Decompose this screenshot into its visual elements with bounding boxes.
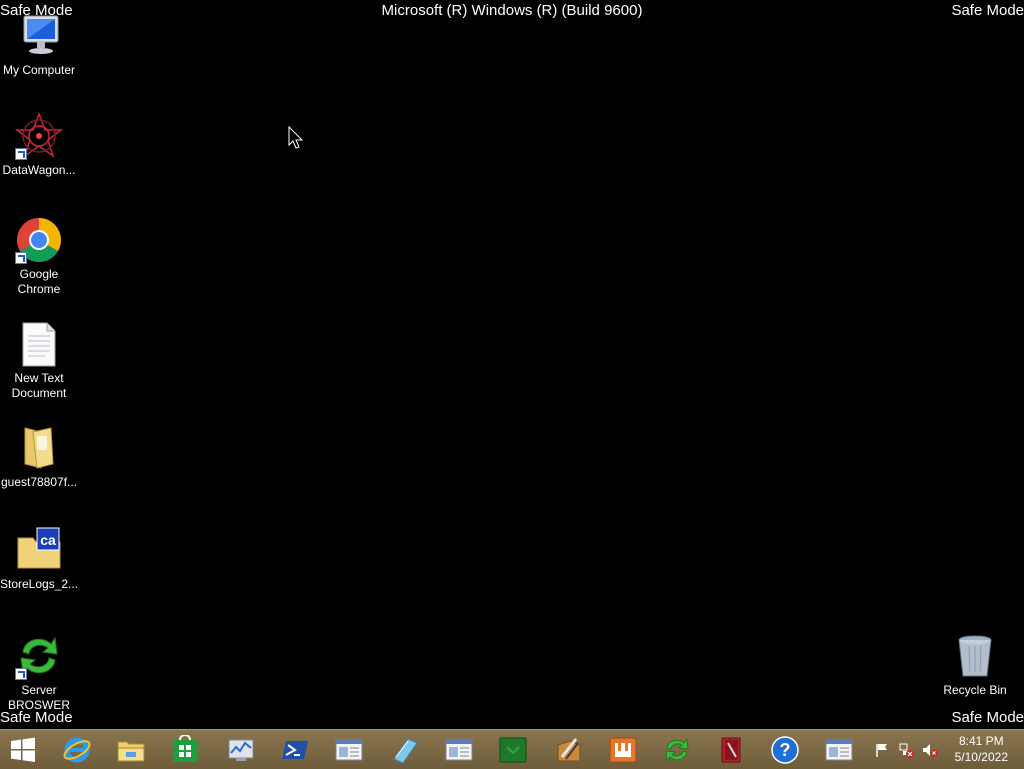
window-app-icon bbox=[825, 739, 853, 761]
help-icon: ? bbox=[771, 736, 799, 764]
volume-muted-icon[interactable] bbox=[922, 742, 938, 758]
orange-app-icon bbox=[609, 737, 637, 763]
build-version-label: Microsoft (R) Windows (R) (Build 9600) bbox=[381, 2, 643, 19]
store-icon bbox=[173, 735, 197, 762]
taskbar-window-app-3[interactable] bbox=[822, 733, 856, 767]
flag-icon[interactable] bbox=[874, 742, 890, 758]
recycle-bin-icon bbox=[951, 632, 999, 680]
shortcut-arrow-icon bbox=[15, 668, 27, 680]
window-app-icon bbox=[335, 739, 363, 761]
desktop-icon-my-computer[interactable]: My Computer bbox=[0, 12, 78, 78]
sync-arrows-icon bbox=[15, 632, 63, 680]
desktop-icon-label: Google Chrome bbox=[17, 267, 61, 296]
svg-text:ca: ca bbox=[40, 532, 56, 548]
desktop-icon-datawagon[interactable]: DataWagon... bbox=[0, 111, 78, 178]
taskbar-help[interactable]: ? bbox=[768, 733, 802, 767]
taskbar-notepad[interactable] bbox=[388, 733, 422, 767]
taskbar-file-explorer[interactable] bbox=[114, 733, 148, 767]
taskbar-window-app-2[interactable] bbox=[442, 733, 476, 767]
desktop-icon-label: StoreLogs_2... bbox=[0, 577, 79, 591]
mouse-cursor-icon bbox=[288, 126, 304, 149]
desktop-icon-recycle-bin[interactable]: Recycle Bin bbox=[936, 632, 1014, 698]
desktop-icon-label: guest78807f... bbox=[0, 475, 78, 489]
svg-text:?: ? bbox=[780, 740, 791, 760]
taskbar-store[interactable] bbox=[168, 733, 202, 767]
chrome-icon bbox=[15, 216, 63, 264]
tools-icon bbox=[557, 738, 581, 762]
taskbar: ? 8:41 PM 5/10/2022 bbox=[0, 729, 1024, 769]
powershell-icon bbox=[282, 741, 308, 759]
network-error-icon[interactable] bbox=[898, 742, 914, 758]
taskbar-sync-app[interactable] bbox=[660, 733, 694, 767]
file-explorer-icon bbox=[117, 741, 145, 762]
taskbar-green-app[interactable] bbox=[496, 733, 530, 767]
folder-icon bbox=[15, 424, 63, 472]
taskbar-internet-explorer[interactable] bbox=[60, 733, 94, 767]
clock-date: 5/10/2022 bbox=[954, 750, 1008, 764]
desktop-icon-storelogs[interactable]: ca StoreLogs_2... bbox=[0, 526, 78, 592]
taskbar-window-app-1[interactable] bbox=[332, 733, 366, 767]
desktop-icon-label: New Text Document bbox=[11, 371, 67, 400]
taskbar-orange-app[interactable] bbox=[606, 733, 640, 767]
taskbar-performance-monitor[interactable] bbox=[224, 733, 258, 767]
shortcut-arrow-icon bbox=[15, 148, 27, 160]
desktop-icon-new-text-document[interactable]: New Text Document bbox=[0, 320, 78, 401]
desktop-icon-google-chrome[interactable]: Google Chrome bbox=[0, 216, 78, 297]
sync-arrows-icon bbox=[665, 737, 689, 763]
safe-mode-label-bottom-right: Safe Mode bbox=[951, 709, 1024, 726]
performance-monitor-icon bbox=[228, 739, 254, 761]
book-icon bbox=[721, 737, 741, 763]
desktop-icon-guest-folder[interactable]: guest78807f... bbox=[0, 424, 78, 490]
notepad-icon bbox=[393, 738, 418, 764]
shortcut-arrow-icon bbox=[15, 252, 27, 264]
taskbar-tools[interactable] bbox=[552, 733, 586, 767]
desktop-icon-label: Recycle Bin bbox=[943, 683, 1007, 697]
ca-folder-icon: ca bbox=[15, 526, 63, 574]
taskbar-clock[interactable]: 8:41 PM 5/10/2022 bbox=[955, 733, 1008, 765]
computer-icon bbox=[15, 12, 63, 60]
text-document-icon bbox=[15, 320, 63, 368]
taskbar-powershell[interactable] bbox=[278, 733, 312, 767]
internet-explorer-icon bbox=[63, 737, 91, 763]
desktop-icon-server-broswer[interactable]: Server BROSWER bbox=[0, 632, 78, 713]
green-app-icon bbox=[499, 737, 527, 763]
taskbar-book-app[interactable] bbox=[714, 733, 748, 767]
clock-time: 8:41 PM bbox=[958, 734, 1004, 748]
datawagon-icon bbox=[14, 111, 64, 160]
start-button[interactable] bbox=[6, 733, 40, 767]
desktop-icon-label: DataWagon... bbox=[2, 163, 76, 177]
start-icon bbox=[11, 737, 35, 762]
safe-mode-label-bottom-left: Safe Mode bbox=[0, 709, 73, 726]
window-app-icon bbox=[445, 739, 473, 761]
desktop-icon-label: My Computer bbox=[2, 63, 76, 77]
safe-mode-label-top-right: Safe Mode bbox=[951, 2, 1024, 19]
